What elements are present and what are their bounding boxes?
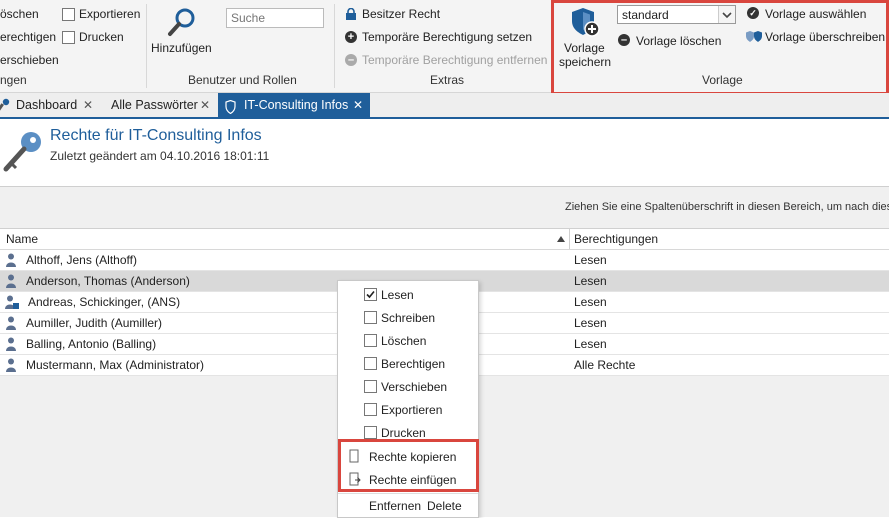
user-icon	[6, 337, 16, 354]
print-checkbox[interactable]	[364, 426, 377, 439]
user-icon	[6, 358, 16, 375]
row-name: Balling, Antonio (Balling)	[26, 337, 157, 351]
print-checkbox-label: Drucken	[79, 30, 124, 44]
tab-bar: Dashboard ✕ Alle Passwörter ✕ IT-Consult…	[0, 93, 889, 119]
group-panel[interactable]: Ziehen Sie eine Spaltenüberschrift in di…	[0, 187, 889, 229]
user-icon	[6, 274, 16, 291]
menu-divider	[338, 493, 478, 494]
key-icon	[2, 129, 44, 173]
menu-item-label: Lesen	[381, 288, 414, 302]
column-divider	[569, 229, 570, 249]
row-name: Anderson, Thomas (Anderson)	[26, 274, 190, 288]
menu-item-read[interactable]: Lesen	[338, 283, 478, 305]
ribbon-separator	[334, 4, 335, 88]
move-checkbox[interactable]	[364, 380, 377, 393]
menu-item-write[interactable]: Schreiben	[338, 306, 478, 328]
row-permission: Alle Rechte	[574, 358, 636, 372]
authorize-checkbox[interactable]	[364, 357, 377, 370]
menu-item-authorize[interactable]: Berechtigen	[338, 352, 478, 374]
menu-item-delete[interactable]: Löschen	[338, 329, 478, 351]
tab-all-passwords[interactable]: Alle Passwörter	[111, 93, 198, 117]
menu-item-label: Löschen	[381, 334, 427, 348]
owner-right-button[interactable]: Besitzer Recht	[362, 7, 440, 21]
tab-all-passwords-close-icon[interactable]: ✕	[200, 98, 210, 112]
page-title: Rechte für IT-Consulting Infos	[50, 127, 262, 144]
plus-circle-icon: +	[345, 31, 357, 43]
user-group-icon	[5, 295, 19, 312]
ribbon-group-label-permissions: ngen	[0, 73, 27, 87]
write-checkbox[interactable]	[364, 311, 377, 324]
menu-item-label: Berechtigen	[381, 357, 446, 371]
user-icon	[6, 253, 16, 270]
menu-item-label: Drucken	[381, 426, 426, 440]
table-row[interactable]: Althoff, Jens (Althoff) Lesen	[0, 250, 889, 271]
tab-dashboard[interactable]: Dashboard	[16, 93, 77, 117]
menu-item-remove[interactable]: Entfernen Delete	[338, 495, 478, 517]
delete-checkbox[interactable]	[364, 334, 377, 347]
menu-item-label: Exportieren	[381, 403, 443, 417]
column-header-row: Name Berechtigungen	[0, 229, 889, 250]
user-icon	[6, 316, 16, 333]
user-search-input[interactable]	[226, 8, 324, 28]
lock-icon	[345, 7, 357, 20]
ribbon-separator	[146, 4, 147, 88]
read-checkbox[interactable]	[364, 288, 377, 301]
ribbon-authorize-button[interactable]: erechtigen	[0, 30, 56, 44]
minus-circle-icon: –	[345, 54, 357, 66]
row-name: Althoff, Jens (Althoff)	[26, 253, 137, 267]
export-checkbox[interactable]	[62, 8, 75, 21]
menu-item-export[interactable]: Exportieren	[338, 398, 478, 420]
row-permission: Lesen	[574, 316, 607, 330]
export-checkbox-label: Exportieren	[79, 7, 141, 21]
row-permission: Lesen	[574, 253, 607, 267]
menu-item-move[interactable]: Verschieben	[338, 375, 478, 397]
export-checkbox[interactable]	[364, 403, 377, 416]
row-name: Mustermann, Max (Administrator)	[26, 358, 205, 372]
tab-dashboard-close-icon[interactable]: ✕	[83, 98, 93, 112]
row-name: Andreas, Schickinger, (ANS)	[28, 295, 181, 309]
shield-icon	[225, 98, 236, 115]
template-group-highlight	[551, 0, 889, 95]
tab-it-consulting-label: IT-Consulting Infos	[244, 98, 349, 112]
temp-permission-remove-button[interactable]: Temporäre Berechtigung entfernen	[362, 53, 547, 67]
row-permission: Lesen	[574, 295, 607, 309]
ribbon-move-button[interactable]: erschieben	[0, 53, 59, 67]
tab-it-consulting-close-icon[interactable]: ✕	[353, 93, 363, 117]
temp-permission-set-button[interactable]: Temporäre Berechtigung setzen	[362, 30, 532, 44]
add-user-magnifier-icon[interactable]	[166, 6, 198, 38]
sort-ascending-icon[interactable]	[556, 233, 566, 243]
tab-it-consulting[interactable]: IT-Consulting Infos ✕	[218, 93, 370, 117]
row-permission: Lesen	[574, 274, 607, 288]
print-checkbox[interactable]	[62, 31, 75, 44]
menu-item-shortcut: Delete	[427, 499, 462, 513]
menu-item-label: Entfernen	[369, 499, 422, 513]
ribbon-group-label-extras: Extras	[430, 73, 465, 87]
menu-item-label: Schreiben	[381, 311, 436, 325]
page-header: Rechte für IT-Consulting Infos Zuletzt g…	[0, 119, 889, 186]
column-header-name[interactable]: Name	[6, 232, 38, 246]
group-panel-hint: Ziehen Sie eine Spaltenüberschrift in di…	[565, 201, 889, 213]
add-user-button[interactable]: Hinzufügen	[151, 41, 212, 55]
copy-paste-highlight	[338, 439, 479, 492]
key-icon	[0, 98, 12, 112]
menu-item-label: Verschieben	[381, 380, 448, 394]
row-name: Aumiller, Judith (Aumiller)	[26, 316, 163, 330]
ribbon-group-label-users: Benutzer und Rollen	[188, 73, 297, 87]
column-header-permissions[interactable]: Berechtigungen	[574, 232, 658, 246]
last-modified-text: Zuletzt geändert am 04.10.2016 18:01:11	[50, 149, 270, 163]
ribbon-delete-button[interactable]: öschen	[0, 7, 39, 21]
row-permission: Lesen	[574, 337, 607, 351]
